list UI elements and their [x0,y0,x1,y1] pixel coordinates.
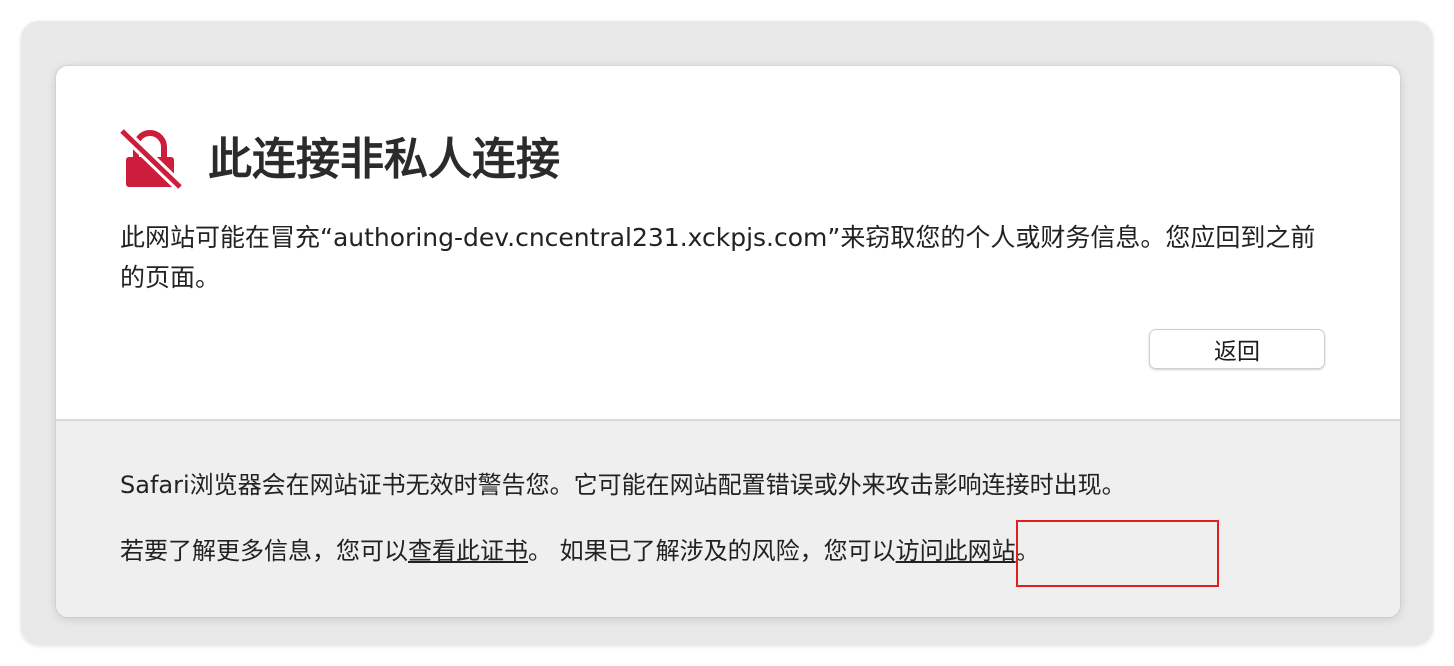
visit-prefix: 以 [871,537,896,565]
lock-slash-icon [118,129,182,189]
page-title: 此连接非私人连接 [208,134,560,185]
visit-website-link[interactable]: 访问此网站 [896,537,1016,565]
details-section: Safari浏览器会在网站证书无效时警告您。它可能在网站配置错误或外来攻击影响连… [56,419,1400,617]
certificate-info-text: Safari浏览器会在网站证书无效时警告您。它可能在网站配置错误或外来攻击影响连… [120,471,1126,499]
more-info-prefix: 若要了解更多信息，您可以 [120,537,408,565]
warning-message: 此网站可能在冒充“authoring-dev.cncentral231.xckp… [120,223,1316,292]
back-button[interactable]: 返回 [1149,329,1325,369]
more-info-text: 若要了解更多信息，您可以查看此证书。 如果已了解涉及的风险，您可以访问此网站。 [120,533,1040,569]
more-info-middle: 。 如果已了解涉及的风险，您可 [528,537,872,565]
view-certificate-link[interactable]: 查看此证书 [408,537,528,565]
annotation-highlight-box [1016,520,1219,587]
